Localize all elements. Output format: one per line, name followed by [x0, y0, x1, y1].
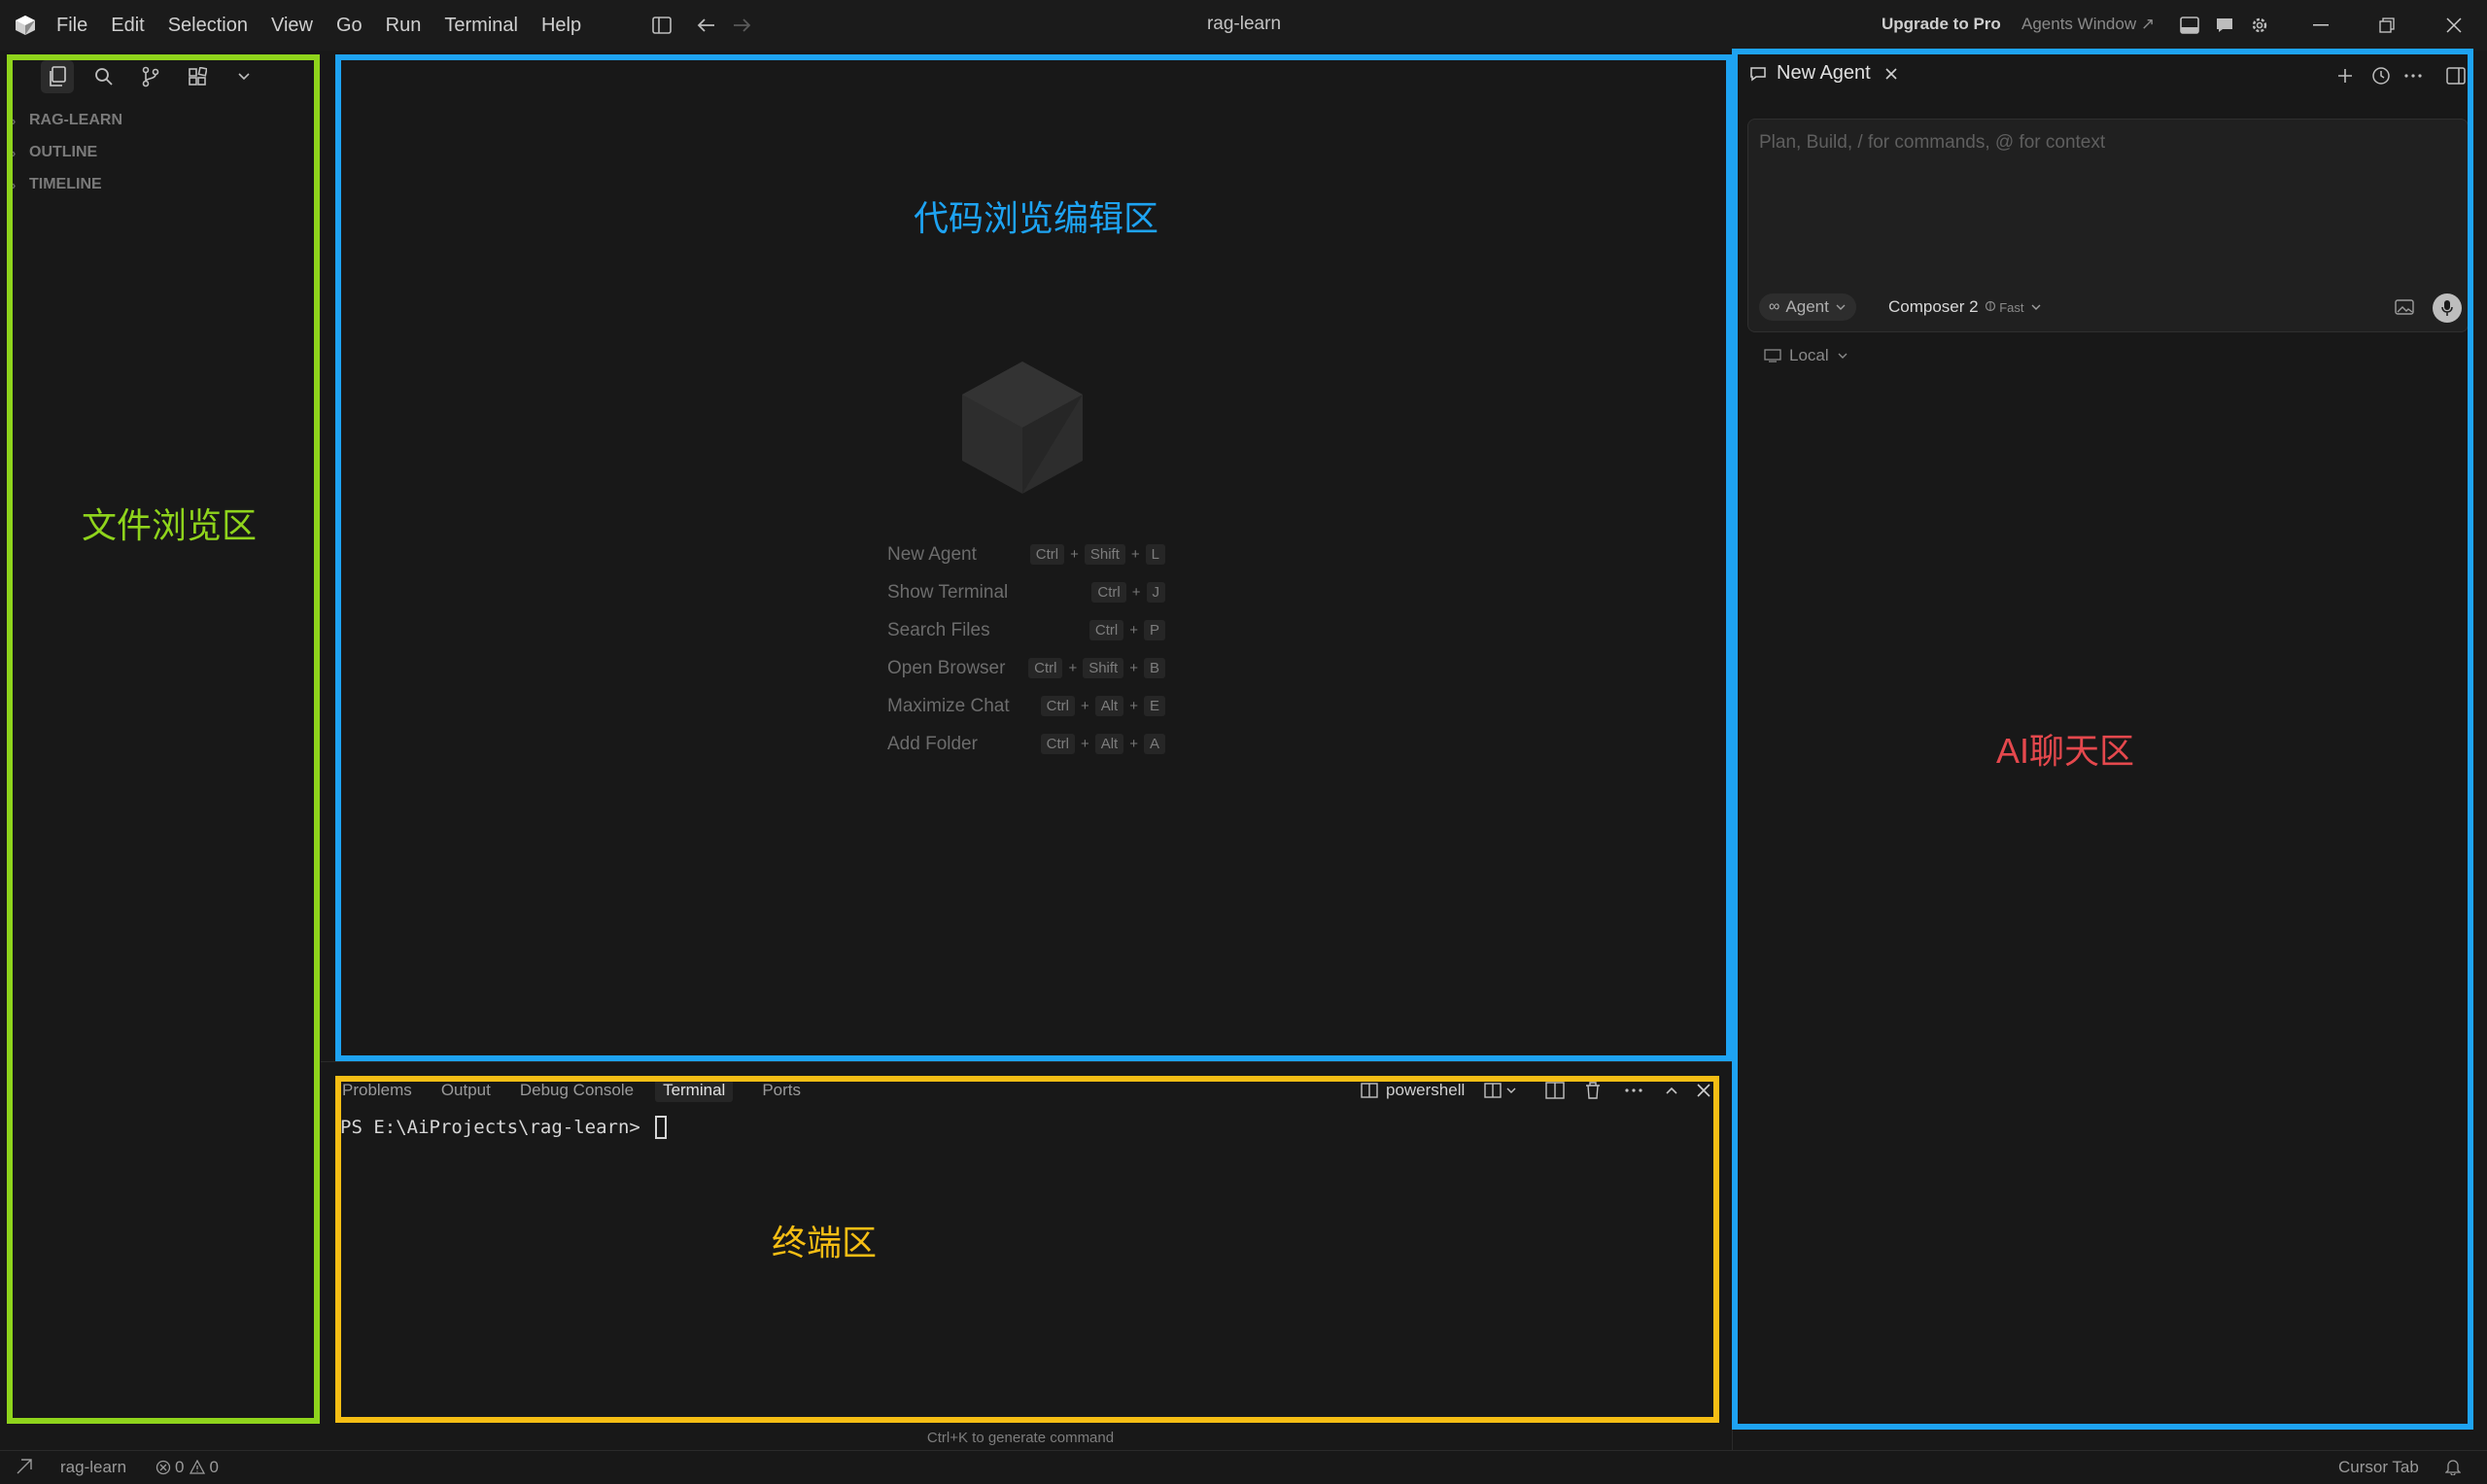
- forward-arrow-icon[interactable]: [729, 13, 754, 38]
- notifications-bell-icon[interactable]: [2445, 1458, 2461, 1475]
- terminal-hint: Ctrl+K to generate command: [926, 1430, 1115, 1446]
- menu-selection[interactable]: Selection: [168, 15, 248, 37]
- menu-help[interactable]: Help: [541, 15, 581, 37]
- annotation-label-files: 文件浏览区: [82, 505, 258, 545]
- status-bar: [0, 1450, 2487, 1484]
- annotation-label-editor: 代码浏览编辑区: [914, 198, 1159, 238]
- menu-bar: File Edit Selection View Go Run Terminal…: [56, 0, 604, 51]
- annotation-frame-terminal: [335, 1076, 1719, 1423]
- app-window: File Edit Selection View Go Run Terminal…: [0, 0, 2487, 1484]
- chat-bubble-icon[interactable]: [2212, 13, 2237, 38]
- problems-indicator[interactable]: 0 0: [155, 1458, 219, 1477]
- error-icon: [155, 1460, 171, 1475]
- back-arrow-icon[interactable]: [694, 13, 719, 38]
- annotation-label-terminal: 终端区: [772, 1223, 878, 1262]
- window-title: rag-learn: [1206, 14, 1282, 34]
- cursor-tab-status[interactable]: Cursor Tab: [2338, 1458, 2419, 1477]
- agents-window-link[interactable]: Agents Window ↗: [2021, 15, 2155, 34]
- menu-file[interactable]: File: [56, 15, 87, 37]
- toggle-sidebar-icon[interactable]: [649, 13, 674, 38]
- menu-edit[interactable]: Edit: [111, 15, 144, 37]
- restore-icon[interactable]: [2367, 10, 2406, 41]
- settings-gear-icon[interactable]: [2247, 13, 2272, 38]
- workspace-name[interactable]: rag-learn: [60, 1458, 126, 1477]
- minimize-icon[interactable]: [2301, 10, 2340, 41]
- menu-terminal[interactable]: Terminal: [444, 15, 518, 37]
- menu-run[interactable]: Run: [386, 15, 422, 37]
- title-bar: File Edit Selection View Go Run Terminal…: [0, 0, 2487, 51]
- app-logo-icon: [16, 16, 35, 35]
- remote-icon[interactable]: [16, 1458, 33, 1475]
- warning-icon: [190, 1460, 206, 1474]
- toggle-panel-icon[interactable]: [2177, 13, 2202, 38]
- menu-go[interactable]: Go: [336, 15, 363, 37]
- menu-view[interactable]: View: [271, 15, 313, 37]
- annotation-frame-files: [7, 54, 320, 1424]
- upgrade-button[interactable]: Upgrade to Pro: [1882, 15, 2001, 34]
- close-window-icon[interactable]: [2435, 10, 2473, 41]
- warning-count: 0: [209, 1458, 219, 1476]
- error-count: 0: [175, 1458, 185, 1476]
- annotation-label-chat: AI聊天区: [1996, 731, 2135, 771]
